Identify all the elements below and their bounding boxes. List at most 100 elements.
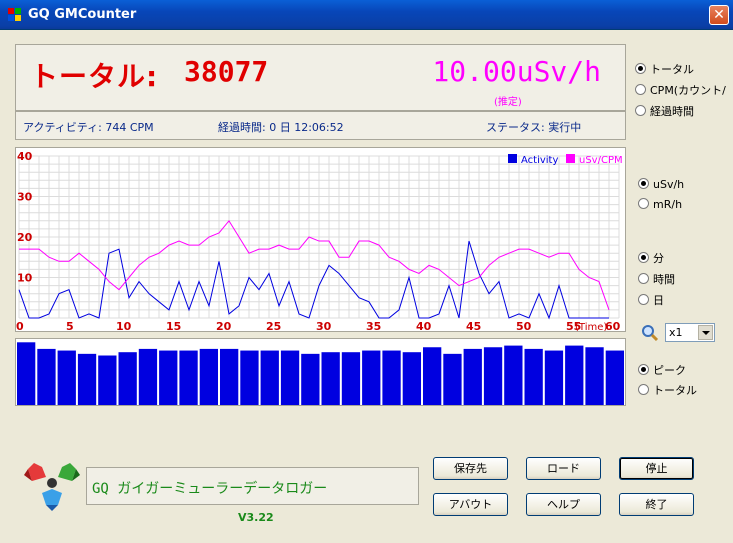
chart-panel: 10 20 30 40 0 5 10 15 20 25 30 35 40 45 50 55 60 (Time) Ac… [15,147,626,333]
peak-bar [118,352,137,405]
radio-peak[interactable]: ピーク [638,362,686,378]
radio-dot [638,273,649,284]
radio-dot [638,178,649,189]
radio-cpm[interactable]: CPM(カウント/ [635,82,731,98]
x-tick-label: 35 [366,320,381,331]
logger-text: GQ ガイガーミューラーデータロガー [92,481,328,497]
load-button[interactable]: ロード [526,457,601,480]
zoom-select[interactable]: x1 [665,323,715,342]
x-tick-label: 40 [416,320,432,331]
activity-status: アクティビティ: 744 CPM [23,121,154,134]
radio-dot [635,84,646,95]
peak-bar [77,353,97,405]
y-tick-label: 40 [17,150,33,163]
exit-button[interactable]: 終了 [619,493,694,516]
x-tick-label: 0 [16,320,24,331]
radio-dot [638,294,649,305]
x-tick-label: 45 [466,320,481,331]
peak-bar [98,355,117,405]
peak-bar [463,348,482,405]
peak-bar [524,348,543,405]
radio-mr[interactable]: mR/h [638,198,682,211]
x-tick-label: 30 [316,320,332,331]
peak-bar [159,350,178,405]
peak-bar [423,347,442,405]
radio-dot [638,384,649,395]
x-tick-label: 60 [605,320,621,331]
legend-label: Activity [521,155,558,166]
x-tick-label: 15 [166,320,181,331]
close-button[interactable]: ✕ [709,5,729,25]
chevron-down-icon[interactable] [698,325,713,340]
bar-chart [17,342,624,405]
radio-dot [635,105,646,116]
x-axis-label: (Time) [575,322,607,331]
total-count: 38077 [184,55,269,88]
line-chart: 102030400 5 10 15 20 25 30 35 40 45 50 55 60(Time)Ac… [16,150,623,333]
y-tick-label: 20 [17,231,33,244]
x-tick-label: 50 [516,320,532,331]
title-bar: GQ GMCounter ✕ [0,0,733,30]
radio-bar-total[interactable]: トータル [638,382,697,398]
peak-bar [37,348,56,405]
status-panel: アクティビティ: 744 CPM 経過時間: 0 日 12:06:52 ステータ… [15,111,626,140]
estimate-label: (推定) [494,97,522,108]
peak-bar [362,350,381,405]
radio-dot [638,252,649,263]
stop-button[interactable]: 停止 [619,457,694,480]
bar-panel [15,338,626,406]
peak-bar [240,350,259,405]
peak-bar [301,353,320,405]
legend-swatch [508,154,517,163]
legend-label: uSv/CPM [579,155,623,166]
peak-bar [280,350,300,405]
peak-bar [565,345,584,405]
logger-banner: GQ ガイガーミューラーデータロガー [86,467,419,505]
radio-hour[interactable]: 時間 [638,271,675,287]
x-tick-label: 20 [216,320,232,331]
close-icon: ✕ [713,7,725,23]
radio-elapsed[interactable]: 経過時間 [635,103,694,119]
peak-bar [199,348,218,405]
total-label: トータル: [30,60,159,93]
radio-day[interactable]: 日 [638,292,664,308]
dose-rate: 10.00uSv/h [432,55,601,88]
radio-dot [635,63,646,74]
peak-bar [321,352,340,405]
run-state: ステータス: 実行中 [486,121,582,134]
peak-bar [585,347,604,405]
peak-bar [260,350,279,405]
peak-bar [443,353,462,405]
about-button[interactable]: アバウト [433,493,508,516]
y-tick-label: 10 [17,272,33,285]
peak-bar [17,342,36,405]
peak-bar [605,350,624,405]
radio-total[interactable]: トータル [635,61,694,77]
y-tick-label: 30 [17,191,33,204]
x-tick-label: 5 [66,320,74,331]
radio-dot [638,198,649,209]
radio-minute[interactable]: 分 [638,250,664,266]
version-label: V3.22 [238,511,274,524]
legend-swatch [566,154,575,163]
peak-bar [504,345,523,405]
elapsed-time: 経過時間: 0 日 12:06:52 [218,121,344,134]
x-tick-label: 25 [266,320,281,331]
gq-logo [24,463,80,511]
counter-panel: トータル: 38077 10.00uSv/h (推定) [15,44,626,111]
save-to-button[interactable]: 保存先 [433,457,508,480]
peak-bar [179,350,198,405]
peak-bar [483,347,503,405]
x-tick-label: 10 [116,320,132,331]
magnifier-icon [642,325,659,342]
help-button[interactable]: ヘルプ [526,493,601,516]
peak-bar [57,350,76,405]
peak-bar [402,352,421,405]
window-title: GQ GMCounter [28,7,137,22]
peak-bar [341,352,361,405]
radio-usv[interactable]: uSv/h [638,178,684,191]
peak-bar [138,348,158,405]
peak-bar [544,350,564,405]
peak-bar [220,348,239,405]
radio-dot [638,364,649,375]
